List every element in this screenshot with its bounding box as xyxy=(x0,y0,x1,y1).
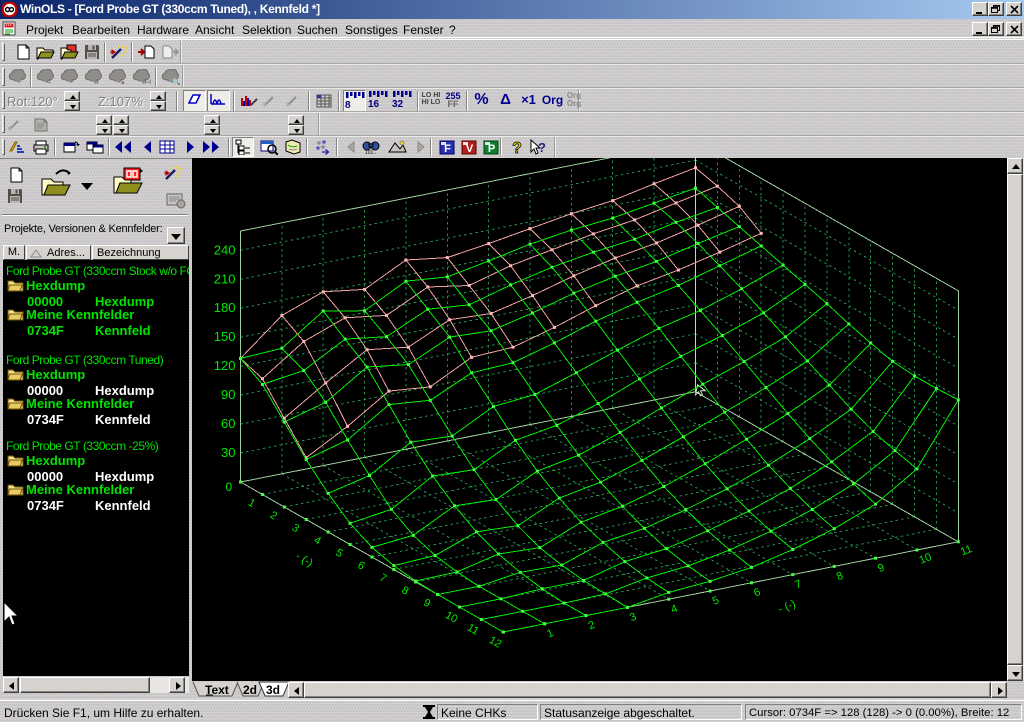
svg-text:- (-): - (-) xyxy=(777,598,798,616)
svg-text:F: F xyxy=(444,143,451,155)
svg-text:2: 2 xyxy=(587,619,597,632)
svg-text:#-#: #-# xyxy=(143,79,151,85)
svg-text:11: 11 xyxy=(959,543,974,558)
svg-text:180: 180 xyxy=(214,300,236,315)
svg-text:?: ? xyxy=(538,140,546,155)
svg-text:30: 30 xyxy=(221,445,235,460)
svg-text:7: 7 xyxy=(377,572,388,585)
svg-text:🔍: 🔍 xyxy=(172,77,180,85)
svg-text:10: 10 xyxy=(918,551,934,567)
svg-text:2: 2 xyxy=(268,509,279,522)
svg-text:3d: 3d xyxy=(266,683,280,697)
svg-text:4: 4 xyxy=(669,603,679,616)
svg-text:11: 11 xyxy=(465,622,481,638)
svg-text:150: 150 xyxy=(214,329,236,344)
svg-text:16: 16 xyxy=(368,99,380,110)
svg-text:4: 4 xyxy=(312,534,323,547)
svg-text:210: 210 xyxy=(214,271,236,286)
svg-text:8: 8 xyxy=(835,570,845,583)
svg-text:3: 3 xyxy=(290,522,301,535)
svg-text:0: 0 xyxy=(226,480,233,494)
svg-text:?: ? xyxy=(512,140,522,155)
svg-text:240: 240 xyxy=(214,242,236,257)
svg-text:32: 32 xyxy=(392,99,404,110)
svg-text:3: 3 xyxy=(628,611,638,624)
svg-text:*: * xyxy=(71,79,74,85)
svg-text:=: = xyxy=(47,79,51,85)
svg-text:↘: ↘ xyxy=(119,79,125,85)
svg-text:6: 6 xyxy=(752,586,762,599)
svg-text:90: 90 xyxy=(221,387,235,402)
svg-text:101..: 101.. xyxy=(365,150,376,155)
svg-text:5: 5 xyxy=(334,547,345,560)
svg-text:10: 10 xyxy=(443,609,460,626)
svg-text:#: # xyxy=(95,79,99,85)
svg-text:- (-): - (-) xyxy=(294,550,315,569)
svg-text:V: V xyxy=(466,143,474,155)
svg-text:120: 120 xyxy=(214,358,236,373)
svg-text:6: 6 xyxy=(355,559,366,572)
svg-text:9: 9 xyxy=(876,562,886,575)
svg-text:1: 1 xyxy=(246,497,257,510)
svg-text:9: 9 xyxy=(421,597,432,610)
svg-text:8: 8 xyxy=(399,584,410,597)
svg-text:12: 12 xyxy=(487,634,504,651)
svg-text:7: 7 xyxy=(793,578,803,591)
svg-text:60: 60 xyxy=(221,416,235,431)
svg-text:5: 5 xyxy=(711,594,721,607)
svg-text:1: 1 xyxy=(545,627,555,640)
svg-text:8: 8 xyxy=(345,100,351,111)
svg-text:P: P xyxy=(488,143,495,155)
svg-text:2d: 2d xyxy=(243,683,257,697)
